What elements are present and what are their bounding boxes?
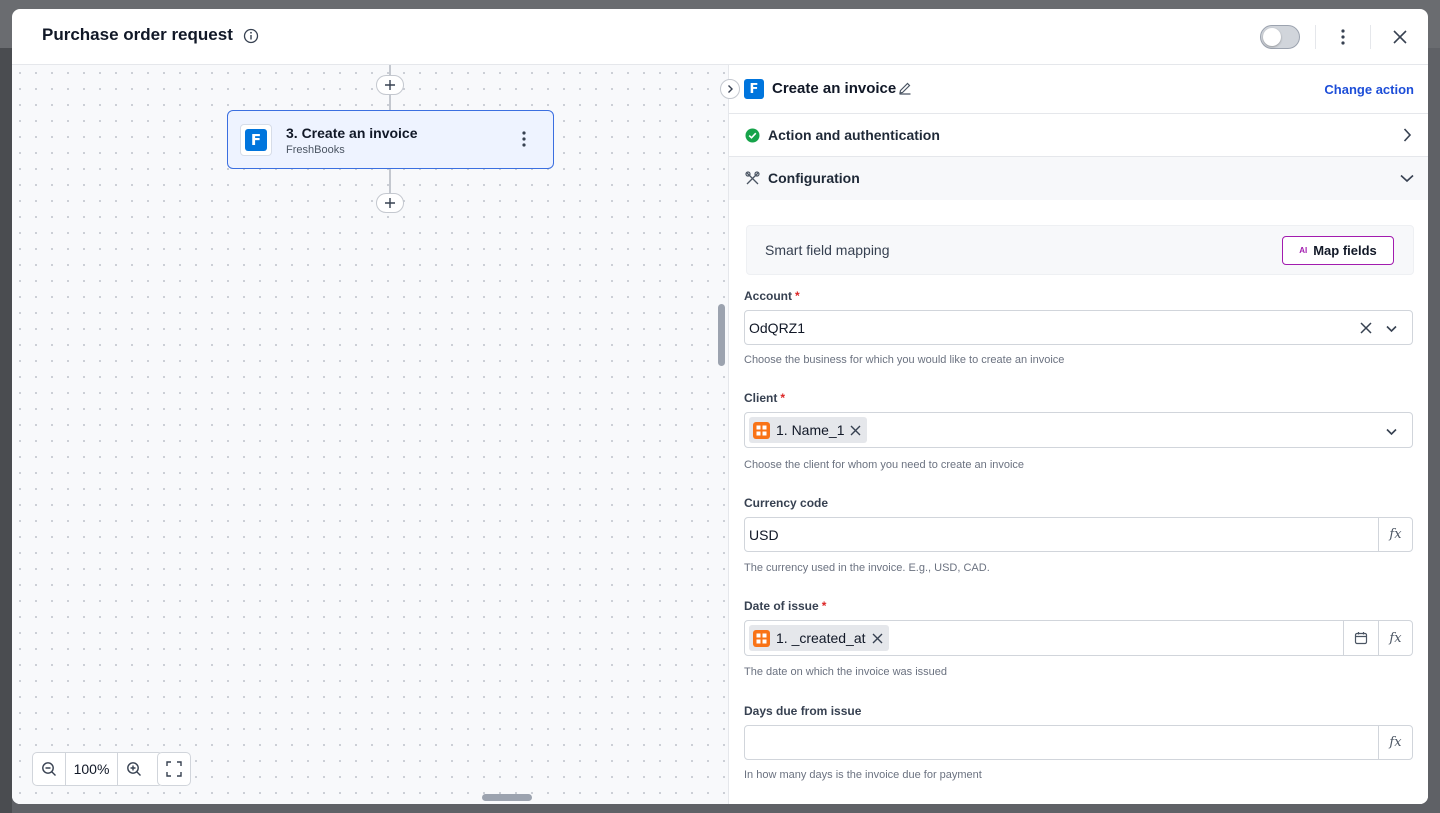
config-panel: F Create an invoice Change action Action…	[720, 65, 1428, 804]
formula-button[interactable]: fx	[1378, 621, 1412, 655]
currency-input[interactable]: USD fx	[744, 517, 1413, 552]
smart-field-mapping: Smart field mapping AI Map fields	[746, 225, 1414, 275]
modal-header: Purchase order request	[12, 9, 1428, 65]
backdrop-edge	[0, 48, 12, 813]
date-of-issue-input[interactable]: 1. _created_at fx	[744, 620, 1413, 656]
source-app-icon	[753, 629, 770, 647]
days-due-help: In how many days is the invoice due for …	[744, 769, 982, 781]
currency-help: The currency used in the invoice. E.g., …	[744, 562, 990, 574]
kebab-icon	[522, 131, 526, 147]
horizontal-scrollbar[interactable]	[482, 794, 532, 801]
panel-header: F Create an invoice Change action	[729, 65, 1428, 114]
node-menu-button[interactable]	[514, 129, 534, 149]
plus-icon	[385, 80, 395, 90]
tools-icon	[745, 171, 760, 185]
fit-view-button[interactable]	[157, 752, 191, 786]
zoom-in-icon	[127, 762, 141, 776]
plus-icon	[385, 198, 395, 208]
zoom-out-icon	[42, 762, 56, 776]
add-step-button[interactable]	[376, 193, 404, 213]
smart-mapping-label: Smart field mapping	[765, 242, 890, 258]
section-label: Action and authentication	[768, 127, 940, 143]
zoom-controls: 100%	[32, 752, 163, 786]
clear-icon[interactable]	[1360, 322, 1372, 334]
zoom-in-button[interactable]	[118, 753, 150, 785]
remove-chip-icon[interactable]	[872, 633, 883, 644]
kebab-icon	[1341, 29, 1345, 45]
check-circle-icon	[745, 128, 760, 143]
change-action-link[interactable]: Change action	[1324, 82, 1414, 97]
node-title: 3. Create an invoice	[286, 125, 418, 141]
account-value: OdQRZ1	[749, 320, 806, 336]
zoom-level: 100%	[65, 753, 118, 785]
section-label: Configuration	[768, 170, 860, 186]
toggle-knob	[1263, 28, 1281, 46]
date-mapped-chip: 1. _created_at	[749, 625, 889, 651]
client-help: Choose the client for whom you need to c…	[744, 459, 1025, 471]
date-picker-button[interactable]	[1343, 621, 1378, 655]
page-title: Purchase order request	[42, 25, 233, 44]
client-label: Client *	[744, 391, 786, 405]
section-action-authentication[interactable]: Action and authentication	[729, 114, 1428, 157]
chip-label: 1. _created_at	[776, 630, 866, 646]
section-configuration[interactable]: Configuration	[729, 157, 1428, 200]
chevron-down-icon[interactable]	[1385, 425, 1398, 438]
formula-button[interactable]: fx	[1378, 726, 1412, 759]
vertical-scrollbar[interactable]	[718, 304, 725, 366]
zoom-out-button[interactable]	[33, 753, 65, 785]
currency-label: Currency code	[744, 496, 829, 510]
account-label: Account *	[744, 289, 800, 303]
header-divider	[1370, 25, 1371, 49]
pencil-icon[interactable]	[898, 81, 912, 95]
step-title: Create an invoice	[772, 80, 897, 97]
freshbooks-logo-icon: F	[245, 129, 267, 151]
currency-value: USD	[749, 527, 779, 543]
client-select[interactable]: 1. Name_1	[744, 412, 1413, 448]
connector-line	[389, 169, 391, 193]
fullscreen-icon	[166, 761, 182, 777]
chevron-down-icon[interactable]	[1385, 322, 1398, 335]
more-options-button[interactable]	[1332, 25, 1354, 49]
add-step-button[interactable]	[376, 75, 404, 95]
workflow-canvas[interactable]: F 3. Create an invoice FreshBooks 100%	[12, 65, 728, 804]
info-icon[interactable]	[243, 28, 259, 44]
days-due-label: Days due from issue	[744, 704, 862, 718]
date-of-issue-label: Date of issue *	[744, 599, 827, 613]
days-due-input[interactable]: fx	[744, 725, 1413, 760]
workflow-node-create-invoice[interactable]: F 3. Create an invoice FreshBooks	[227, 110, 554, 169]
client-mapped-chip: 1. Name_1	[749, 417, 868, 443]
calendar-icon	[1354, 632, 1368, 645]
formula-button[interactable]: fx	[1378, 518, 1412, 551]
close-button[interactable]	[1388, 25, 1412, 49]
date-of-issue-help: The date on which the invoice was issued	[744, 666, 948, 678]
remove-chip-icon[interactable]	[850, 425, 861, 436]
workflow-toggle[interactable]	[1260, 25, 1300, 49]
chip-label: 1. Name_1	[776, 422, 845, 438]
freshbooks-logo-icon: F	[744, 79, 764, 99]
header-divider	[1315, 25, 1316, 49]
source-app-icon	[753, 421, 770, 439]
map-fields-label: Map fields	[1313, 243, 1377, 258]
node-app-icon: F	[240, 124, 272, 156]
node-app-name: FreshBooks	[286, 144, 345, 156]
ai-sparkle-icon: AI	[1299, 246, 1308, 255]
account-select[interactable]: OdQRZ1	[744, 310, 1413, 345]
chevron-down-icon	[1400, 174, 1414, 183]
chevron-right-icon	[1403, 128, 1412, 142]
workflow-modal: Purchase order request F 3. Create an in…	[12, 9, 1428, 804]
account-help: Choose the business for which you would …	[744, 354, 1065, 366]
close-icon	[1393, 30, 1407, 44]
map-fields-button[interactable]: AI Map fields	[1282, 236, 1394, 265]
